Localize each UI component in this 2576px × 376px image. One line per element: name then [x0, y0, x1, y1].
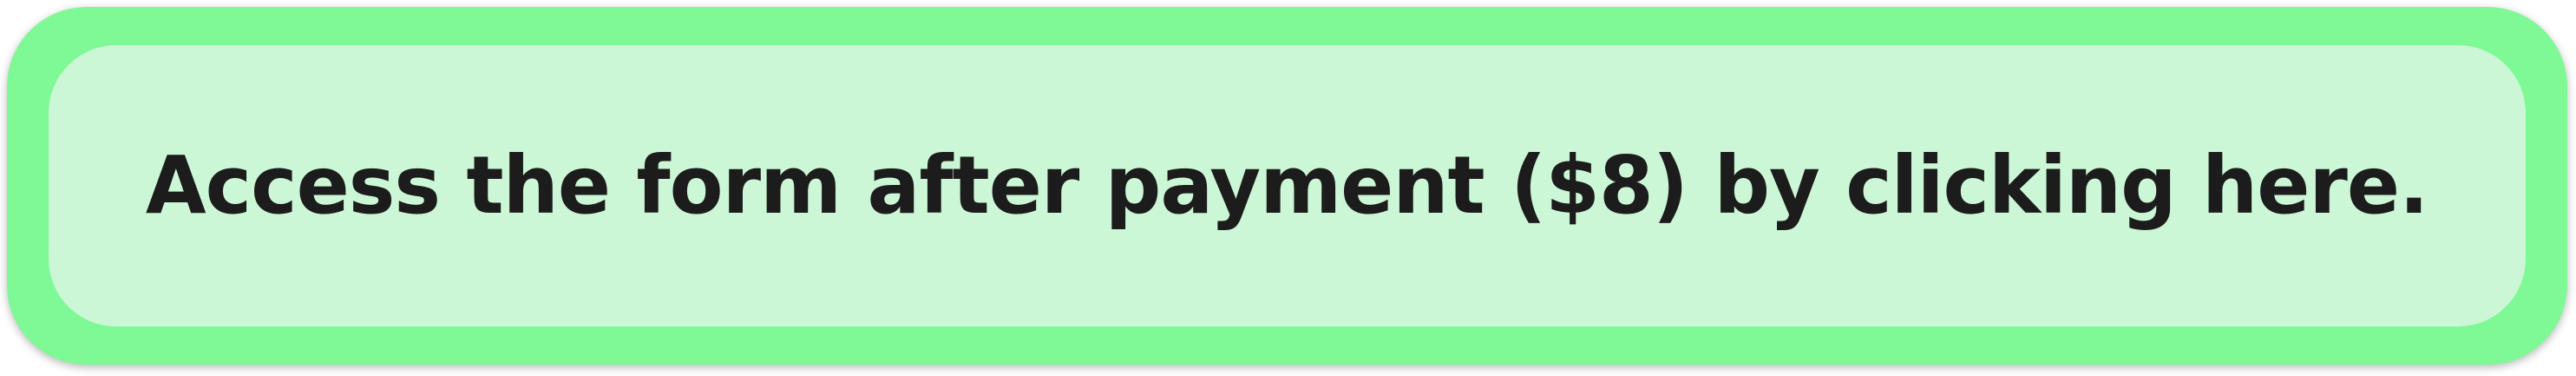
payment-form-link-button-body[interactable]: Access the form after payment ($8) by cl…	[49, 45, 2526, 327]
payment-form-link-label: Access the form after payment ($8) by cl…	[146, 139, 2429, 232]
payment-form-link-button[interactable]: Access the form after payment ($8) by cl…	[7, 7, 2567, 365]
